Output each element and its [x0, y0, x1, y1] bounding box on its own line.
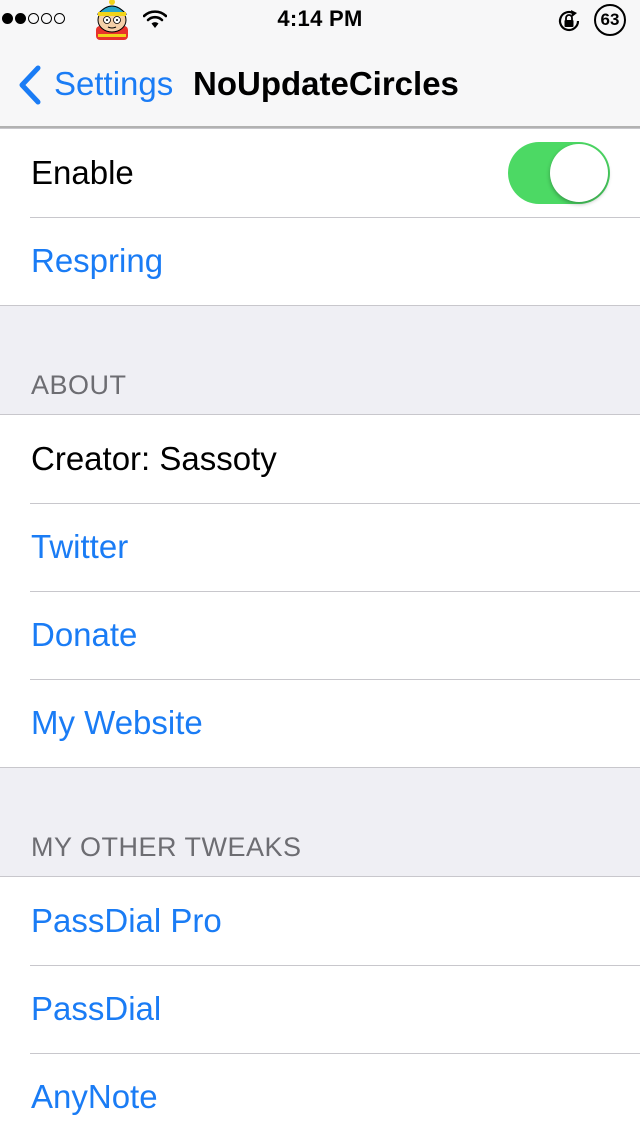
donate-link[interactable]: Donate [31, 591, 137, 679]
passdial-pro-link[interactable]: PassDial Pro [31, 877, 222, 965]
website-link[interactable]: My Website [31, 679, 203, 767]
creator-label: Creator: Sassoty [31, 440, 277, 477]
enable-row: Enable [0, 129, 640, 217]
toggle-knob [550, 144, 608, 202]
respring-row[interactable]: Respring [0, 217, 640, 305]
status-time: 4:14 PM [277, 6, 363, 31]
enable-toggle[interactable] [508, 142, 610, 204]
settings-group-other-tweaks: PassDial Pro PassDial AnyNote [0, 876, 640, 1141]
settings-group-about: Creator: Sassoty Twitter Donate My Websi… [0, 414, 640, 768]
battery-percent: 63 [600, 10, 620, 29]
status-bar: 4:14 PM 63 [0, 0, 640, 40]
donate-row[interactable]: Donate [0, 591, 640, 679]
twitter-link[interactable]: Twitter [31, 503, 128, 591]
section-header-about: ABOUT [31, 370, 127, 400]
page-title: NoUpdateCircles [193, 65, 459, 102]
twitter-row[interactable]: Twitter [0, 503, 640, 591]
passdial-pro-row[interactable]: PassDial Pro [0, 877, 640, 965]
chevron-left-icon[interactable] [14, 64, 44, 106]
battery-indicator: 63 [594, 4, 626, 36]
anynote-row[interactable]: AnyNote [0, 1053, 640, 1141]
passdial-link[interactable]: PassDial [31, 965, 161, 1053]
respring-button[interactable]: Respring [31, 217, 163, 305]
back-button[interactable]: Settings [54, 64, 173, 104]
website-row[interactable]: My Website [0, 679, 640, 767]
enable-label: Enable [31, 154, 134, 191]
settings-group-main: Enable Respring [0, 128, 640, 306]
creator-row: Creator: Sassoty [0, 415, 640, 503]
passdial-row[interactable]: PassDial [0, 965, 640, 1053]
navigation-bar: Settings NoUpdateCircles [0, 40, 640, 128]
anynote-link[interactable]: AnyNote [31, 1053, 158, 1141]
rotation-lock-icon [558, 10, 580, 32]
section-header-other-tweaks: MY OTHER TWEAKS [31, 832, 302, 862]
